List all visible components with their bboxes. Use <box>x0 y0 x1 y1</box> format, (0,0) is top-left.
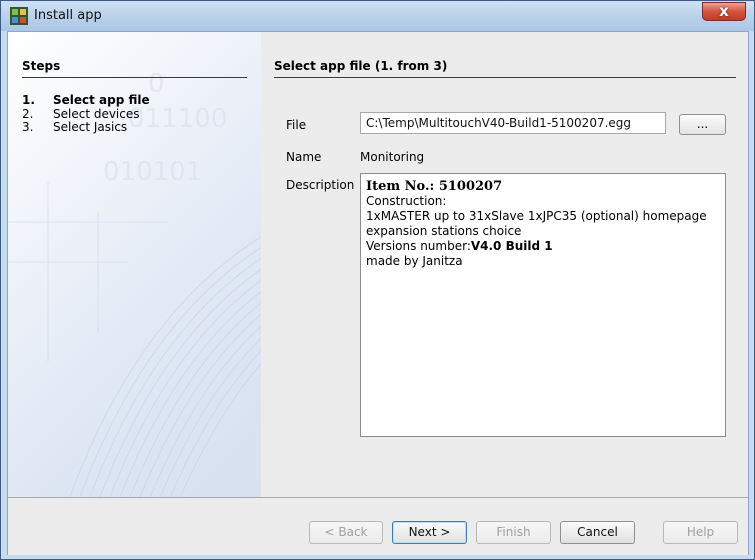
finish-button[interactable]: Finish <box>476 521 551 544</box>
step-label: Select Jasics <box>53 120 128 134</box>
construction-label: Construction: <box>366 194 447 208</box>
title-bar[interactable]: Install app x <box>1 1 754 31</box>
install-app-window: Install app x 011100 010101 0 Steps 1. S… <box>0 0 755 560</box>
file-label: File <box>286 118 307 132</box>
content-panel: Select app file (1. from 3) File ... Nam… <box>261 32 748 497</box>
version-value: V4.0 Build 1 <box>470 239 553 253</box>
back-button[interactable]: < Back <box>309 521 383 544</box>
browse-button[interactable]: ... <box>679 114 726 135</box>
description-textarea[interactable]: Item No.: 5100207 Construction: 1xMASTER… <box>360 173 726 437</box>
step-number: 3. <box>22 120 34 134</box>
cancel-button[interactable]: Cancel <box>560 521 635 544</box>
button-bar: < Back Next > Finish Cancel Help <box>8 497 748 555</box>
steps-sidebar: 011100 010101 0 Steps 1.Select app file <box>8 32 262 497</box>
step-label: Select app file <box>53 93 150 107</box>
name-value: Monitoring <box>360 150 425 164</box>
step-label: Select devices <box>53 107 140 121</box>
install-app-icon <box>10 7 28 25</box>
svg-text:0: 0 <box>148 69 165 99</box>
dialog-frame: 011100 010101 0 Steps 1.Select app file <box>7 31 749 555</box>
step-list: 1. Select app file 2. Select devices 3. Sel… <box>22 94 150 134</box>
file-path-field[interactable] <box>360 112 666 134</box>
name-label: Name <box>286 150 322 164</box>
construction-line-2: expansion stations choice <box>366 224 522 238</box>
version-prefix: Versions number: <box>366 239 471 253</box>
item-number: Item No.: 5100207 <box>366 179 503 194</box>
help-button[interactable]: Help <box>663 521 738 544</box>
description-label: Description <box>286 178 355 192</box>
svg-text:010101: 010101 <box>103 157 202 187</box>
construction-line-1: 1xMASTER up to 31xSlave 1xJPC35 (optiona… <box>366 209 707 223</box>
step-item-select-jasics: 3. Select Jasics <box>22 121 150 134</box>
step-number: 1. <box>22 93 35 107</box>
page-title: Select app file (1. from 3) <box>274 59 448 73</box>
author-line: made by Janitza <box>366 254 463 268</box>
title-divider <box>274 77 736 78</box>
steps-header: Steps <box>22 59 61 73</box>
close-icon: x <box>719 2 729 20</box>
close-button[interactable]: x <box>702 2 746 21</box>
step-item-select-app-file: 1. Select app file <box>22 94 150 108</box>
steps-divider <box>22 77 247 78</box>
version-line: Versions number:V4.0 Build 1 <box>366 239 720 254</box>
window-title: Install app <box>34 8 102 23</box>
next-button[interactable]: Next > <box>392 521 467 544</box>
